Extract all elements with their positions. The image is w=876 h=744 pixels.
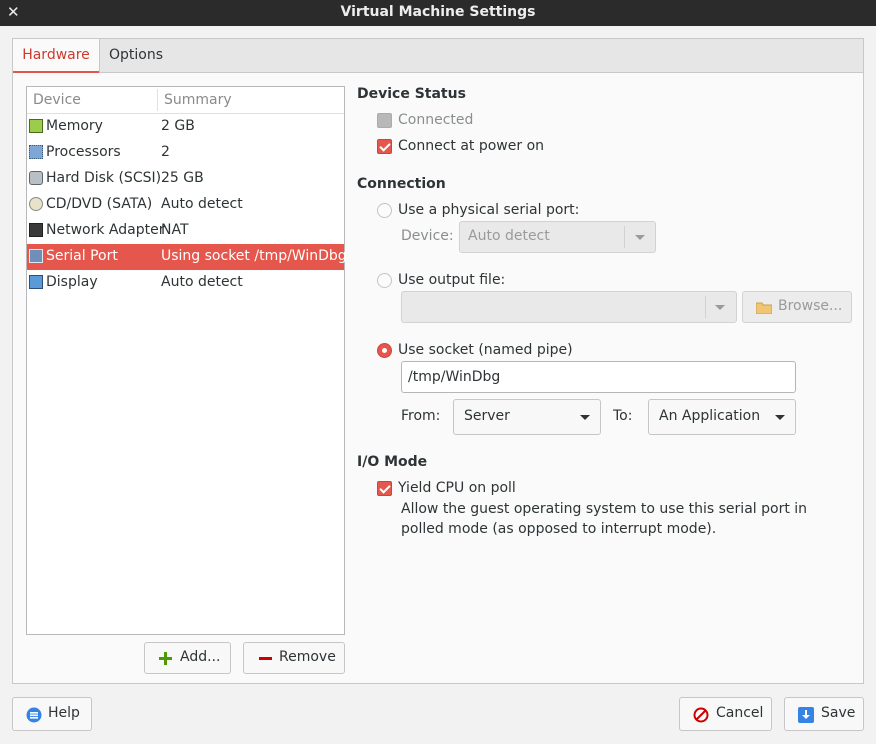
from-select-value: Server: [464, 408, 510, 424]
io-mode-heading: I/O Mode: [357, 454, 428, 470]
help-button-label: Help: [48, 705, 80, 721]
cd-dvd-icon: [29, 197, 43, 211]
remove-device-button[interactable]: Remove: [243, 642, 345, 674]
device-row-memory[interactable]: Memory 2 GB: [27, 114, 344, 140]
combo-separator: [624, 226, 625, 248]
window-title: Virtual Machine Settings: [340, 4, 536, 20]
tab-bar: Hardware Options: [13, 39, 863, 73]
output-file-radio[interactable]: [377, 273, 392, 288]
socket-path-input[interactable]: [401, 361, 796, 393]
yield-cpu-checkbox[interactable]: [377, 481, 392, 496]
to-select-value: An Application: [659, 408, 761, 424]
column-header-device[interactable]: Device: [33, 92, 81, 108]
physical-serial-port-radio[interactable]: [377, 203, 392, 218]
yield-cpu-label[interactable]: Yield CPU on poll: [398, 480, 516, 496]
device-row-processors[interactable]: Processors 2: [27, 140, 344, 166]
device-list[interactable]: Device Summary Memory 2 GB Processors 2 …: [26, 86, 347, 635]
to-select[interactable]: An Application: [648, 399, 796, 435]
connection-heading: Connection: [357, 176, 446, 192]
processor-icon: [29, 145, 43, 159]
device-row-network-adapter[interactable]: Network Adapter NAT: [27, 218, 344, 244]
chevron-down-icon: [715, 305, 725, 310]
device-summary: 2: [161, 144, 170, 160]
chevron-down-icon: [580, 415, 590, 420]
plus-icon: [159, 652, 172, 665]
network-adapter-icon: [29, 223, 43, 237]
save-button-label: Save: [821, 705, 856, 721]
remove-button-label: Remove: [279, 649, 336, 665]
serial-port-icon: [29, 249, 43, 263]
device-status-heading: Device Status: [357, 86, 466, 102]
device-name: Network Adapter: [46, 222, 165, 238]
add-device-button[interactable]: Add...: [144, 642, 231, 674]
chevron-down-icon: [635, 235, 645, 240]
title-bar: ✕ Virtual Machine Settings: [0, 0, 876, 26]
device-name: Memory: [46, 118, 103, 134]
tab-options[interactable]: Options: [100, 39, 172, 72]
memory-icon: [29, 119, 43, 133]
device-row-hard-disk[interactable]: Hard Disk (SCSI) 25 GB: [27, 166, 344, 192]
save-button[interactable]: Save: [784, 697, 864, 731]
connected-checkbox: [377, 113, 392, 128]
save-icon: [798, 707, 814, 723]
connect-at-power-on-checkbox[interactable]: [377, 139, 392, 154]
device-summary: 25 GB: [161, 170, 204, 186]
from-select[interactable]: Server: [453, 399, 601, 435]
cancel-button-label: Cancel: [716, 705, 764, 721]
device-summary: Auto detect: [161, 196, 243, 212]
cancel-button[interactable]: Cancel: [679, 697, 772, 731]
device-select: Auto detect: [459, 221, 656, 253]
socket-label[interactable]: Use socket (named pipe): [398, 342, 573, 358]
add-button-label: Add...: [180, 649, 221, 665]
device-select-value: Auto detect: [468, 228, 550, 244]
device-row-serial-port[interactable]: Serial Port Using socket /tmp/WinDbg: [27, 244, 347, 270]
connected-label: Connected: [398, 112, 474, 128]
device-summary: 2 GB: [161, 118, 195, 134]
column-header-summary[interactable]: Summary: [164, 92, 232, 108]
to-label: To:: [613, 408, 633, 424]
display-icon: [29, 275, 43, 289]
hard-disk-icon: [29, 171, 43, 185]
yield-cpu-description: Allow the guest operating system to use …: [401, 501, 808, 537]
device-summary: NAT: [161, 222, 189, 238]
chevron-down-icon: [775, 415, 785, 420]
connect-at-power-on-label[interactable]: Connect at power on: [398, 138, 544, 154]
folder-icon: [756, 302, 772, 314]
tab-hardware[interactable]: Hardware: [13, 39, 100, 73]
device-name: Hard Disk (SCSI): [46, 170, 162, 186]
device-row-cd-dvd[interactable]: CD/DVD (SATA) Auto detect: [27, 192, 344, 218]
cancel-icon: [693, 707, 709, 723]
column-separator: [157, 89, 158, 111]
device-name: Display: [46, 274, 98, 290]
browse-button-label: Browse...: [778, 298, 843, 314]
device-list-header: Device Summary: [27, 87, 344, 114]
output-file-combo: [401, 291, 737, 323]
help-icon: [26, 707, 42, 723]
device-name: Serial Port: [46, 248, 118, 264]
device-name: CD/DVD (SATA): [46, 196, 153, 212]
device-row-display[interactable]: Display Auto detect: [27, 270, 344, 296]
settings-notebook: Hardware Options Device Summary Memory 2…: [12, 38, 864, 684]
physical-serial-port-label[interactable]: Use a physical serial port:: [398, 202, 579, 218]
browse-button: Browse...: [742, 291, 852, 323]
minus-icon: [259, 657, 272, 660]
device-summary: Using socket /tmp/WinDbg: [161, 248, 347, 264]
device-summary: Auto detect: [161, 274, 243, 290]
output-file-label[interactable]: Use output file:: [398, 272, 505, 288]
socket-radio[interactable]: [377, 343, 392, 358]
from-label: From:: [401, 408, 441, 424]
device-label: Device:: [401, 228, 454, 244]
help-button[interactable]: Help: [12, 697, 92, 731]
combo-separator: [705, 296, 706, 318]
device-name: Processors: [46, 144, 121, 160]
